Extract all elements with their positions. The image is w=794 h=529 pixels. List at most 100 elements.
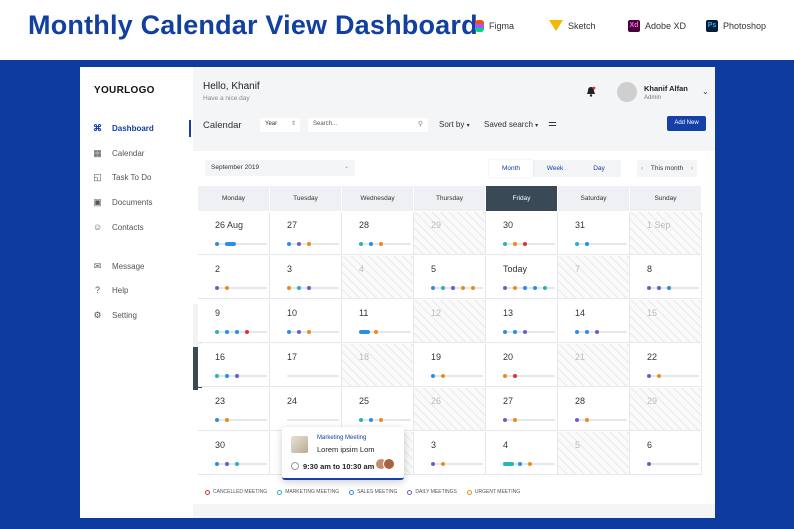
event-marker-marketing[interactable] xyxy=(235,462,239,466)
calendar-day-cell[interactable]: 8 xyxy=(630,256,702,299)
event-marker-daily[interactable] xyxy=(235,374,239,378)
calendar-day-cell[interactable]: 4 xyxy=(486,432,558,475)
calendar-day-cell[interactable]: 21 xyxy=(558,344,630,387)
year-select[interactable]: Year ⇕ xyxy=(260,118,300,132)
event-marker-urgent[interactable] xyxy=(528,462,532,466)
event-marker-sales[interactable] xyxy=(503,330,507,334)
event-marker-sales[interactable] xyxy=(235,330,239,334)
event-marker-cancelled[interactable] xyxy=(245,330,249,334)
month-select[interactable]: September 2019 ⌄ xyxy=(205,160,355,176)
tab-month[interactable]: Month xyxy=(489,160,533,177)
calendar-day-cell[interactable]: 12 xyxy=(414,300,486,343)
event-marker-daily[interactable] xyxy=(297,242,301,246)
event-marker-marketing[interactable] xyxy=(359,242,363,246)
event-marker-sales[interactable] xyxy=(225,242,236,246)
event-marker-urgent[interactable] xyxy=(307,242,311,246)
event-marker-marketing[interactable] xyxy=(297,286,301,290)
calendar-day-cell[interactable]: 18 xyxy=(342,344,414,387)
sort-button[interactable]: Sort by ▾ xyxy=(439,120,470,129)
event-marker-urgent[interactable] xyxy=(287,286,291,290)
event-marker-cancelled[interactable] xyxy=(523,242,527,246)
calendar-day-cell[interactable]: 23 xyxy=(198,388,270,431)
avatar[interactable] xyxy=(617,82,637,102)
this-month-button[interactable]: This month xyxy=(651,165,683,172)
calendar-day-cell[interactable]: 9 xyxy=(198,300,270,343)
event-marker-daily[interactable] xyxy=(647,374,651,378)
calendar-day-cell[interactable]: 27 xyxy=(270,212,342,255)
event-marker-sales[interactable] xyxy=(369,418,373,422)
calendar-day-cell[interactable]: 5 xyxy=(558,432,630,475)
event-marker-marketing[interactable] xyxy=(215,330,219,334)
event-marker-urgent[interactable] xyxy=(657,374,661,378)
sidebar-item-task[interactable]: ◱ Task To Do xyxy=(93,170,151,184)
calendar-day-cell[interactable]: 28 xyxy=(558,388,630,431)
saved-search-button[interactable]: Saved search ▾ xyxy=(484,120,538,129)
event-marker-daily[interactable] xyxy=(523,330,527,334)
event-marker-daily[interactable] xyxy=(647,286,651,290)
calendar-day-cell[interactable]: 5 xyxy=(414,256,486,299)
event-marker-urgent[interactable] xyxy=(441,462,445,466)
event-marker-daily[interactable] xyxy=(431,462,435,466)
event-marker-sales[interactable] xyxy=(431,374,435,378)
event-marker-urgent[interactable] xyxy=(503,374,507,378)
calendar-day-cell[interactable]: 27 xyxy=(486,388,558,431)
calendar-day-cell[interactable]: 4 xyxy=(342,256,414,299)
event-marker-daily[interactable] xyxy=(657,286,661,290)
event-marker-cancelled[interactable] xyxy=(513,374,517,378)
event-marker-sales[interactable] xyxy=(225,374,229,378)
event-marker-marketing[interactable] xyxy=(575,242,579,246)
calendar-day-cell[interactable]: 7 xyxy=(558,256,630,299)
event-marker-sales[interactable] xyxy=(215,462,219,466)
event-marker-urgent[interactable] xyxy=(379,418,383,422)
sidebar-item-contacts[interactable]: ☺ Contacts xyxy=(93,220,144,234)
event-popup[interactable]: Marketing Meeting Lorem ipsim Lom 9:30 a… xyxy=(282,427,404,480)
sidebar-item-dashboard[interactable]: ⌘ Dashboard xyxy=(93,121,154,135)
add-new-button[interactable]: Add New xyxy=(667,116,706,131)
calendar-day-cell[interactable]: 30 xyxy=(486,212,558,255)
calendar-day-cell[interactable]: 20 xyxy=(486,344,558,387)
event-marker-marketing[interactable] xyxy=(359,418,363,422)
event-marker-sales[interactable] xyxy=(585,242,589,246)
calendar-day-cell[interactable]: 31 xyxy=(558,212,630,255)
calendar-day-cell[interactable]: 25 xyxy=(342,388,414,431)
calendar-day-cell[interactable]: 1 Sep xyxy=(630,212,702,255)
calendar-day-cell[interactable]: 10 xyxy=(270,300,342,343)
calendar-day-cell[interactable]: 28 xyxy=(342,212,414,255)
event-marker-daily[interactable] xyxy=(225,462,229,466)
event-marker-sales[interactable] xyxy=(518,462,522,466)
event-marker-daily[interactable] xyxy=(647,462,651,466)
event-marker-urgent[interactable] xyxy=(513,242,517,246)
event-marker-daily[interactable] xyxy=(307,286,311,290)
event-marker-sales[interactable] xyxy=(215,418,219,422)
chevron-down-icon[interactable]: ⌄ xyxy=(702,87,709,96)
event-marker-daily[interactable] xyxy=(215,286,219,290)
calendar-day-cell[interactable]: 11 xyxy=(342,300,414,343)
event-marker-marketing[interactable] xyxy=(503,242,507,246)
event-marker-urgent[interactable] xyxy=(513,286,517,290)
calendar-day-cell[interactable]: 15 xyxy=(630,300,702,343)
event-marker-urgent[interactable] xyxy=(379,242,383,246)
event-marker-sales[interactable] xyxy=(575,330,579,334)
event-marker-sales[interactable] xyxy=(215,242,219,246)
event-marker-daily[interactable] xyxy=(503,286,507,290)
calendar-day-cell[interactable]: 29 xyxy=(414,212,486,255)
event-marker-sales[interactable] xyxy=(287,242,291,246)
tab-week[interactable]: Week xyxy=(533,160,577,177)
filter-icon[interactable]: ⚌ xyxy=(548,118,557,129)
calendar-day-cell[interactable]: 17 xyxy=(270,344,342,387)
event-marker-sales[interactable] xyxy=(431,286,435,290)
calendar-day-cell[interactable]: 14 xyxy=(558,300,630,343)
chevron-right-icon[interactable]: › xyxy=(691,160,693,177)
event-marker-sales[interactable] xyxy=(287,330,291,334)
bell-icon[interactable] xyxy=(586,86,596,97)
calendar-day-cell[interactable]: 13 xyxy=(486,300,558,343)
event-marker-urgent[interactable] xyxy=(374,330,378,334)
calendar-day-cell[interactable]: 6 xyxy=(630,432,702,475)
calendar-day-cell[interactable]: Today xyxy=(486,256,558,299)
calendar-day-cell[interactable]: 30 xyxy=(198,432,270,475)
event-marker-marketing[interactable] xyxy=(441,286,445,290)
event-marker-sales[interactable] xyxy=(359,330,370,334)
calendar-day-cell[interactable]: 29 xyxy=(630,388,702,431)
event-marker-sales[interactable] xyxy=(523,286,527,290)
event-marker-urgent[interactable] xyxy=(225,286,229,290)
